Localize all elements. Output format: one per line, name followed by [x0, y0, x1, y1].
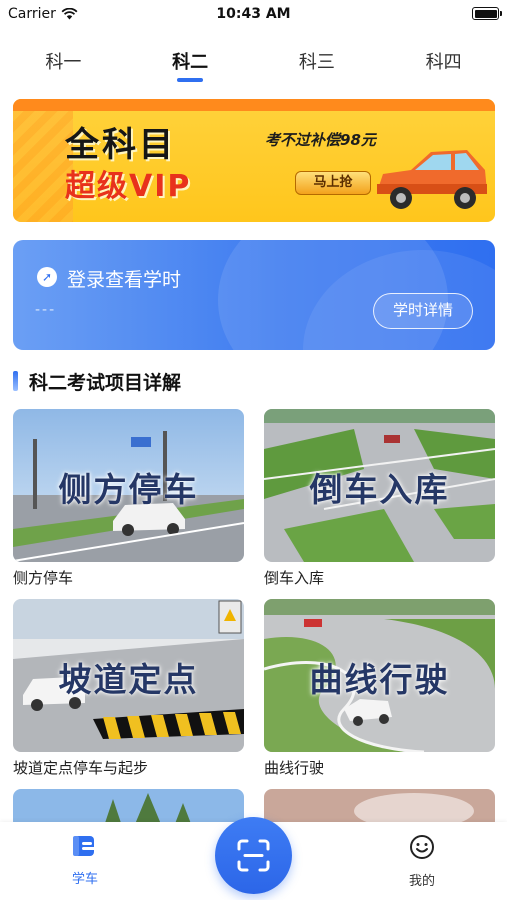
banner-promo-text: 考不过补偿98元 [265, 131, 376, 149]
banner-decoration [13, 99, 73, 222]
subject-tabs: 科一 科二 科三 科四 [0, 44, 507, 88]
exam-item-card[interactable]: 倒车入库 倒车入库 [264, 409, 495, 588]
login-prompt: 登录查看学时 [67, 269, 182, 291]
car-illustration [377, 150, 487, 209]
status-bar: Carrier 10:43 AM [0, 0, 507, 30]
exam-item-card[interactable]: 坡道定点 坡道定点停车与起步 [13, 599, 244, 778]
tab-subject-4[interactable]: 科四 [380, 44, 507, 88]
tab-subject-2[interactable]: 科二 [127, 44, 254, 88]
nav-learn-label: 学车 [71, 872, 98, 887]
exam-item-label: 倒车入库 [264, 569, 325, 587]
section-header: 科二考试项目详解 [13, 369, 182, 394]
banner-headline: 全科目 [65, 125, 176, 165]
scan-button[interactable] [215, 817, 292, 894]
nav-mine-label: 我的 [408, 874, 435, 889]
exam-item-thumb-title: 坡道定点 [58, 660, 199, 699]
exam-item-thumbnail: 曲线行驶 [264, 599, 495, 752]
grab-now-button[interactable]: 马上抢 [295, 171, 371, 195]
banner-vip-text: 超级VIP [65, 169, 192, 204]
exam-item-thumb-title: 曲线行驶 [309, 660, 450, 699]
exam-item-label: 坡道定点停车与起步 [13, 759, 149, 777]
battery-icon [472, 7, 502, 20]
banner-top-strip [13, 99, 495, 111]
nav-learn-driving[interactable]: 学车 [45, 834, 125, 887]
clock: 10:43 AM [216, 6, 291, 22]
exam-item-card[interactable]: 曲线行驶 曲线行驶 [264, 599, 495, 778]
tab-subject-3[interactable]: 科三 [254, 44, 381, 88]
section-accent-bar [13, 371, 18, 391]
tab-subject-1[interactable]: 科一 [0, 44, 127, 88]
exam-item-thumbnail: 侧方停车 [13, 409, 244, 562]
nav-mine[interactable]: 我的 [382, 834, 462, 889]
exam-item-card[interactable]: 侧方停车 侧方停车 [13, 409, 244, 588]
study-hours-details-button[interactable]: 学时详情 [373, 293, 473, 329]
exam-item-thumbnail: 倒车入库 [264, 409, 495, 562]
exam-item-thumbnail: 坡道定点 [13, 599, 244, 752]
exam-item-thumb-title: 倒车入库 [309, 470, 450, 509]
exam-item-label: 曲线行驶 [264, 759, 325, 777]
study-hours-value: --- [35, 302, 57, 318]
section-title: 科二考试项目详解 [29, 371, 182, 394]
exam-item-label: 侧方停车 [13, 569, 74, 587]
exam-item-thumb-title: 侧方停车 [58, 470, 199, 509]
rocket-icon: ➚ [37, 267, 57, 287]
learn-driving-icon [73, 836, 96, 856]
login-study-hours-card[interactable]: ➚ 登录查看学时 --- 学时详情 [13, 240, 495, 350]
smiley-icon [410, 835, 434, 859]
scan-icon [237, 839, 270, 872]
vip-banner[interactable]: 全科目 超级VIP 考不过补偿98元 马上抢 [13, 99, 495, 222]
